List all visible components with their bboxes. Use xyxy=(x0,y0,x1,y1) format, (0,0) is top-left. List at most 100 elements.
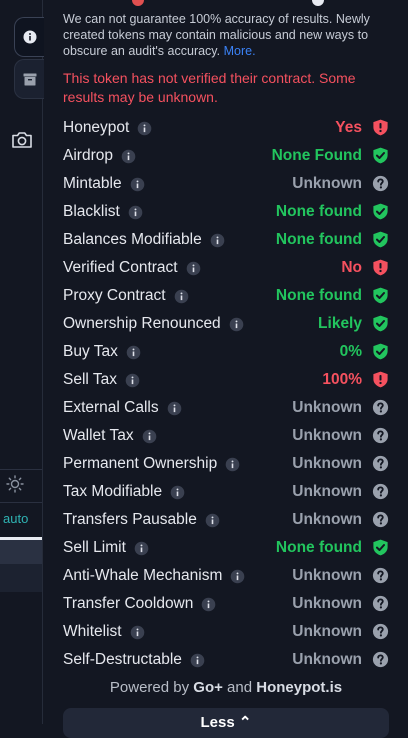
provider-honeypot-link[interactable]: Honeypot.is xyxy=(256,679,342,696)
powered-and: and xyxy=(227,679,253,696)
audit-results-list: Honeypot Yes Airdrop None Found Mintable Unkn… xyxy=(63,114,389,674)
audit-value: Unknown xyxy=(292,651,362,668)
audit-row: Wallet Tax Unknown xyxy=(63,422,389,450)
provider-goplus-link[interactable]: Go+ xyxy=(193,679,223,696)
shield-check-icon xyxy=(373,539,388,556)
shield-check-icon xyxy=(373,315,388,332)
audit-label: Wallet Tax xyxy=(63,427,134,444)
audit-value: 100% xyxy=(322,371,362,388)
info-tooltip-icon[interactable] xyxy=(125,373,140,388)
audit-value: Unknown xyxy=(292,511,362,528)
audit-row: Verified Contract No xyxy=(63,254,389,282)
archive-icon xyxy=(23,73,36,85)
audit-value: None found xyxy=(275,203,362,220)
info-tooltip-icon[interactable] xyxy=(229,317,244,332)
sidebar-divider xyxy=(0,502,42,503)
sun-icon[interactable] xyxy=(6,475,24,493)
audit-value: Unknown xyxy=(292,483,362,500)
question-circle-icon xyxy=(372,455,389,472)
info-tooltip-icon[interactable] xyxy=(174,289,189,304)
audit-value: None Found xyxy=(271,147,362,164)
info-tooltip-icon[interactable] xyxy=(230,569,245,584)
audit-label: Sell Tax xyxy=(63,371,117,388)
unverified-warning: This token has not verified their contra… xyxy=(63,70,356,105)
sidebar-item[interactable] xyxy=(0,564,42,592)
question-circle-icon xyxy=(372,595,389,612)
audit-value: Unknown xyxy=(292,175,362,192)
shield-check-icon xyxy=(373,147,388,164)
audit-label: Balances Modifiable xyxy=(63,231,202,248)
info-tooltip-icon[interactable] xyxy=(225,457,240,472)
sidebar-selected-item[interactable] xyxy=(0,540,42,564)
audit-label: Anti-Whale Mechanism xyxy=(63,567,223,584)
audit-row: Ownership Renounced Likely xyxy=(63,310,389,338)
info-tooltip-icon[interactable] xyxy=(186,261,201,276)
info-tooltip-icon[interactable] xyxy=(210,233,225,248)
audit-label: Tax Modifiable xyxy=(63,483,163,500)
audit-value: Unknown xyxy=(292,455,362,472)
audit-row: Tax Modifiable Unknown xyxy=(63,478,389,506)
more-link[interactable]: More. xyxy=(224,44,256,58)
audit-label: Blacklist xyxy=(63,203,120,220)
audit-label: Whitelist xyxy=(63,623,122,640)
powered-prefix: Powered by xyxy=(109,679,190,696)
audit-row: Blacklist None found xyxy=(63,198,389,226)
theme-auto-label[interactable]: auto xyxy=(3,511,28,526)
question-circle-icon xyxy=(372,427,389,444)
audit-row: Mintable Unknown xyxy=(63,170,389,198)
info-tooltip-icon[interactable] xyxy=(137,121,152,136)
audit-label: Transfers Pausable xyxy=(63,511,197,528)
shield-check-icon xyxy=(373,231,388,248)
info-icon xyxy=(23,30,36,44)
shield-alert-icon xyxy=(373,259,388,276)
question-circle-icon xyxy=(372,399,389,416)
info-tooltip-icon[interactable] xyxy=(130,177,145,192)
less-button[interactable]: Less ⌃ xyxy=(63,708,389,738)
audit-label: Sell Limit xyxy=(63,539,126,556)
audit-row: Sell Limit None found xyxy=(63,534,389,562)
info-tooltip-icon[interactable] xyxy=(130,625,145,640)
info-tooltip-icon[interactable] xyxy=(190,653,205,668)
left-sidebar: auto xyxy=(0,0,44,724)
archive-tab-button[interactable] xyxy=(14,59,44,99)
question-circle-icon xyxy=(372,623,389,640)
info-tooltip-icon[interactable] xyxy=(142,429,157,444)
audit-value: Unknown xyxy=(292,567,362,584)
audit-row: Transfers Pausable Unknown xyxy=(63,506,389,534)
audit-value: No xyxy=(341,259,362,276)
info-tooltip-icon[interactable] xyxy=(128,205,143,220)
audit-label: External Calls xyxy=(63,399,159,416)
camera-icon[interactable] xyxy=(11,130,33,150)
info-tab-button[interactable] xyxy=(14,17,44,57)
question-circle-icon xyxy=(372,511,389,528)
audit-value: Yes xyxy=(335,119,362,136)
audit-row: External Calls Unknown xyxy=(63,394,389,422)
audit-panel: We can not guarantee 100% accuracy of re… xyxy=(44,0,408,738)
question-circle-icon xyxy=(372,483,389,500)
audit-row: Proxy Contract None found xyxy=(63,282,389,310)
status-dot xyxy=(312,0,324,6)
shield-alert-icon xyxy=(373,119,388,136)
info-tooltip-icon[interactable] xyxy=(201,597,216,612)
audit-value: None found xyxy=(275,231,362,248)
info-tooltip-icon[interactable] xyxy=(126,345,141,360)
audit-label: Airdrop xyxy=(63,147,113,164)
info-tooltip-icon[interactable] xyxy=(134,541,149,556)
less-button-label: Less xyxy=(200,714,235,731)
audit-row: Buy Tax 0% xyxy=(63,338,389,366)
disclaimer-text: We can not guarantee 100% accuracy of re… xyxy=(63,11,393,59)
audit-row: Whitelist Unknown xyxy=(63,618,389,646)
info-tooltip-icon[interactable] xyxy=(167,401,182,416)
audit-label: Buy Tax xyxy=(63,343,118,360)
disclaimer-body: We can not guarantee 100% accuracy of re… xyxy=(63,12,370,58)
audit-label: Permanent Ownership xyxy=(63,455,218,472)
info-tooltip-icon[interactable] xyxy=(121,149,136,164)
powered-by: Powered by Go+ and Honeypot.is xyxy=(44,679,408,696)
question-circle-icon xyxy=(372,567,389,584)
audit-label: Honeypot xyxy=(63,119,130,136)
chevron-up-icon: ⌃ xyxy=(238,714,252,731)
info-tooltip-icon[interactable] xyxy=(170,485,185,500)
info-tooltip-icon[interactable] xyxy=(205,513,220,528)
shield-check-icon xyxy=(373,287,388,304)
audit-row: Anti-Whale Mechanism Unknown xyxy=(63,562,389,590)
